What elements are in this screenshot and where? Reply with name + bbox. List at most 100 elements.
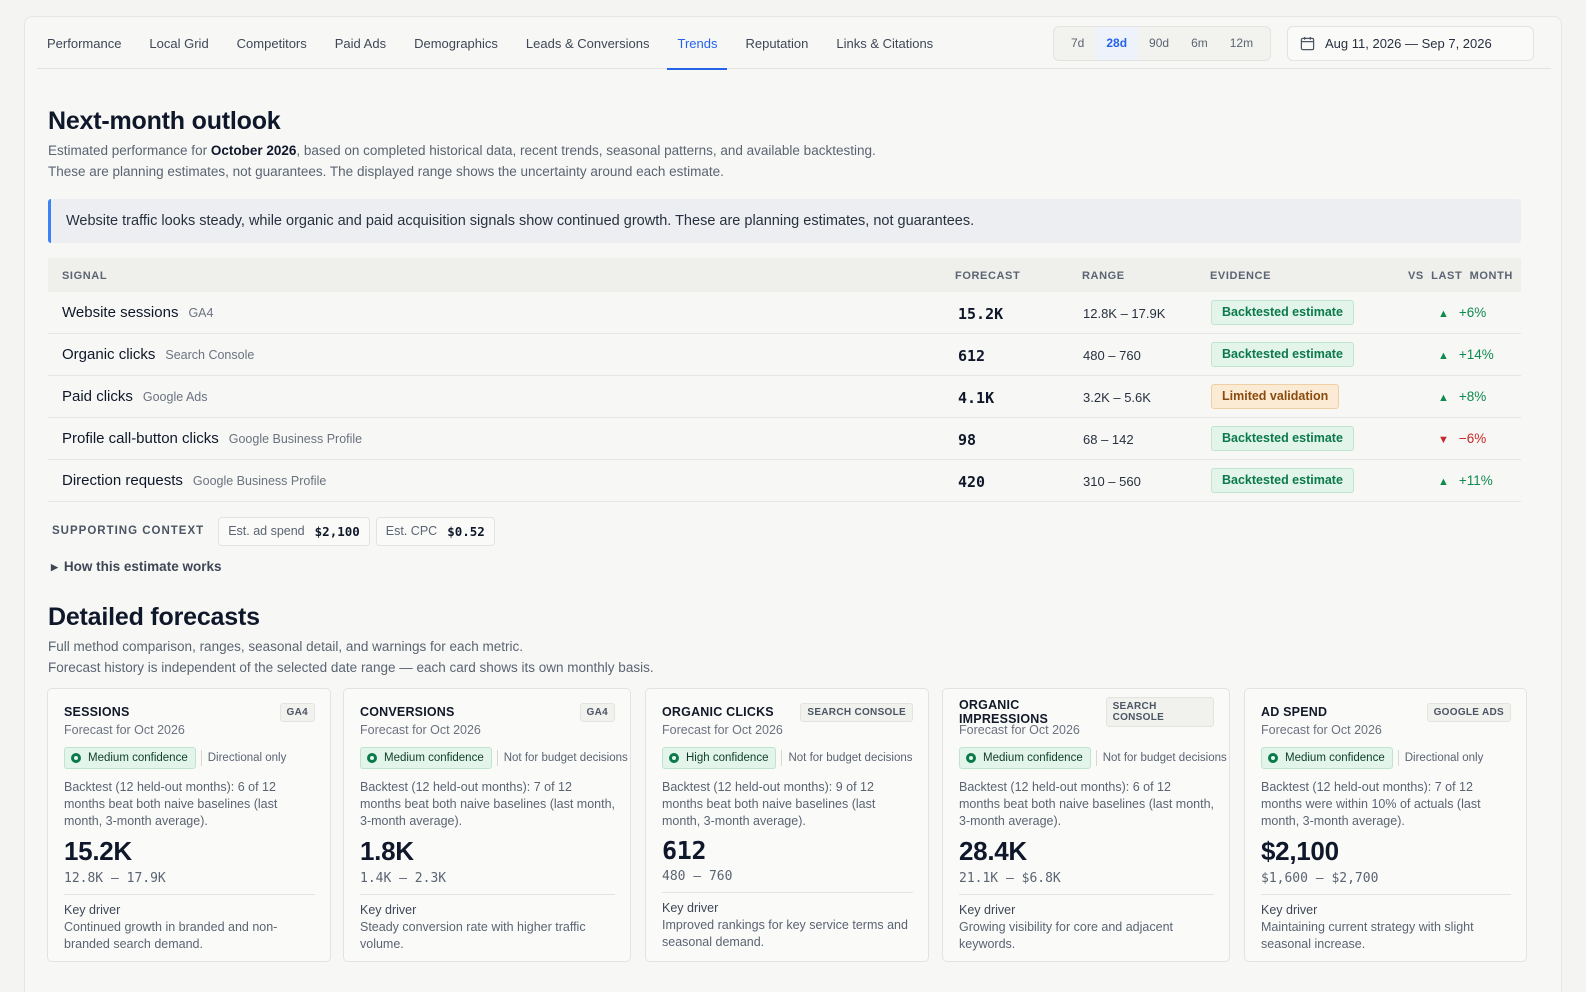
- card-range: 12.8K – 17.9K: [64, 871, 315, 895]
- source-tag: GOOGLE ADS: [1426, 702, 1511, 722]
- cpc-label: Est. CPC: [385, 524, 438, 538]
- card-range: 1.4K – 2.3K: [360, 871, 615, 895]
- key-driver-text: Continued growth in branded and non-bran…: [64, 920, 278, 951]
- card-forecast-value: 612: [662, 836, 707, 865]
- range-6m-button[interactable]: 6m: [1180, 27, 1219, 60]
- signal-source: Google Ads: [142, 390, 208, 404]
- forecast-card-sessions: SESSIONS GA4 Forecast for Oct 2026 Medium…: [47, 688, 331, 962]
- range-value: 480 – 760: [1083, 348, 1141, 363]
- confidence-label: Medium confidence: [983, 752, 1083, 764]
- confidence-label: Medium confidence: [1285, 752, 1385, 764]
- backtest-text: Backtest (12 held-out months): 7 of 12 m…: [360, 780, 616, 828]
- signal-source: Google Business Profile: [228, 432, 363, 446]
- tab-trends[interactable]: Trends: [667, 17, 728, 70]
- outlook-sub-month: October 2026: [210, 143, 297, 158]
- card-title: ORGANIC CLICKS: [662, 705, 774, 719]
- trends-panel: Performance Local Grid Competitors Paid …: [24, 16, 1562, 992]
- cpc-chip: Est. CPC $0.52: [375, 516, 495, 546]
- ad-spend-label: Est. ad spend: [228, 524, 305, 538]
- ad-spend-value: $2,100: [314, 523, 360, 539]
- tab-local-grid[interactable]: Local Grid: [139, 17, 218, 69]
- tab-competitors[interactable]: Competitors: [227, 17, 317, 69]
- range-12m-button[interactable]: 12m: [1219, 27, 1264, 60]
- confidence-badge: Medium confidence: [1261, 747, 1393, 769]
- tab-demographics[interactable]: Demographics: [404, 17, 508, 69]
- card-forecast-value: 15.2K: [64, 836, 132, 866]
- outlook-sub-pre: Estimated performance for: [48, 143, 211, 158]
- change-value: +8%: [1458, 389, 1487, 404]
- outlook-sub-post: , based on completed historical data, re…: [296, 143, 876, 158]
- source-tag: GA4: [579, 702, 615, 722]
- confidence-label: High confidence: [686, 752, 769, 764]
- detailed-sub-line1: Full method comparison, ranges, seasonal…: [48, 639, 523, 654]
- card-forecast-period: Forecast for Oct 2026: [360, 723, 481, 737]
- card-title: CONVERSIONS: [360, 705, 455, 719]
- how-estimate-works-toggle[interactable]: ▶ How this estimate works: [51, 559, 221, 574]
- outlook-subtitle: Estimated performance for October 2026, …: [48, 140, 876, 182]
- signal-source: Search Console: [165, 348, 255, 362]
- signal-name: Website sessions: [62, 304, 179, 321]
- table-row: Organic clicks Search Console 612 480 – 7…: [48, 334, 1521, 376]
- tab-links-citations[interactable]: Links & Citations: [826, 17, 943, 69]
- card-forecast-period: Forecast for Oct 2026: [64, 723, 185, 737]
- key-driver-label: Key driver: [662, 901, 719, 915]
- card-forecast-value: 28.4K: [959, 836, 1027, 866]
- forecast-card-organic-impressions: ORGANIC IMPRESSIONS SEARCH CONSOLE Foreca…: [942, 688, 1230, 962]
- signal-name: Paid clicks: [62, 388, 133, 405]
- detailed-sub-line2: Forecast history is independent of the s…: [48, 660, 654, 675]
- source-tag: SEARCH CONSOLE: [800, 702, 913, 722]
- confidence-dot-icon: [669, 753, 679, 763]
- usage-note: Not for budget decisions: [1095, 750, 1227, 766]
- confidence-badge: Medium confidence: [959, 747, 1091, 769]
- header-evidence: EVIDENCE: [1210, 270, 1272, 282]
- confidence-dot-icon: [966, 753, 976, 763]
- range-value: 12.8K – 17.9K: [1083, 306, 1166, 321]
- cpc-value: $0.52: [447, 523, 485, 539]
- source-tag: GA4: [279, 702, 315, 722]
- signal-name: Direction requests: [62, 472, 183, 489]
- card-range: 480 – 760: [662, 869, 913, 893]
- tab-paid-ads[interactable]: Paid Ads: [325, 17, 396, 69]
- forecast-card-conversions: CONVERSIONS GA4 Forecast for Oct 2026 Med…: [343, 688, 631, 962]
- key-driver-label: Key driver: [64, 903, 121, 917]
- range-90d-button[interactable]: 90d: [1138, 27, 1180, 60]
- signal-source: Google Business Profile: [192, 474, 327, 488]
- usage-note: Not for budget decisions: [496, 750, 628, 766]
- change-value: +14%: [1458, 347, 1494, 362]
- ad-spend-chip: Est. ad spend $2,100: [218, 516, 370, 546]
- how-estimate-works-label: How this estimate works: [63, 559, 222, 574]
- tab-reputation[interactable]: Reputation: [735, 17, 818, 69]
- card-forecast-value: 1.8K: [360, 836, 414, 866]
- forecast-value: 4.1K: [958, 389, 995, 407]
- card-title: AD SPEND: [1261, 705, 1328, 719]
- tab-performance[interactable]: Performance: [37, 17, 131, 69]
- backtest-text: Backtest (12 held-out months): 6 of 12 m…: [64, 780, 278, 828]
- header-range: RANGE: [1082, 270, 1125, 282]
- tab-bar: Performance Local Grid Competitors Paid …: [37, 17, 951, 70]
- change-value: −6%: [1458, 431, 1487, 446]
- card-forecast-value: $2,100: [1261, 836, 1339, 866]
- signal-table-header: SIGNAL FORECAST RANGE EVIDENCE VS LAST M…: [48, 258, 1521, 292]
- usage-note: Not for budget decisions: [781, 750, 913, 766]
- backtest-text: Backtest (12 held-out months): 7 of 12 m…: [1261, 780, 1481, 828]
- range-7d-button[interactable]: 7d: [1060, 27, 1095, 60]
- table-row: Website sessions GA4 15.2K 12.8K – 17.9K …: [48, 292, 1521, 334]
- confidence-dot-icon: [367, 753, 377, 763]
- trend-up-icon: ▲: [1438, 392, 1449, 404]
- signal-source: GA4: [188, 306, 214, 320]
- range-28d-button[interactable]: 28d: [1095, 27, 1139, 60]
- table-row: Paid clicks Google Ads 4.1K 3.2K – 5.6K L…: [48, 376, 1521, 418]
- card-title: SESSIONS: [64, 705, 130, 719]
- evidence-badge: Backtested estimate: [1211, 342, 1354, 367]
- tab-leads-conversions[interactable]: Leads & Conversions: [516, 17, 660, 69]
- range-selector: 7d 28d 90d 6m 12m: [1053, 26, 1272, 61]
- card-forecast-period: Forecast for Oct 2026: [662, 723, 783, 737]
- change-value: +6%: [1458, 305, 1487, 320]
- signal-table: SIGNAL FORECAST RANGE EVIDENCE VS LAST M…: [48, 258, 1521, 502]
- card-range: 21.1K – $6.8K: [959, 871, 1214, 895]
- backtest-text: Backtest (12 held-out months): 6 of 12 m…: [959, 780, 1215, 828]
- date-range-picker[interactable]: Aug 11, 2026 — Sep 7, 2026: [1287, 26, 1534, 61]
- confidence-badge: High confidence: [662, 747, 777, 769]
- forecast-value: 98: [958, 431, 977, 449]
- key-driver-text: Steady conversion rate with higher traff…: [360, 920, 586, 951]
